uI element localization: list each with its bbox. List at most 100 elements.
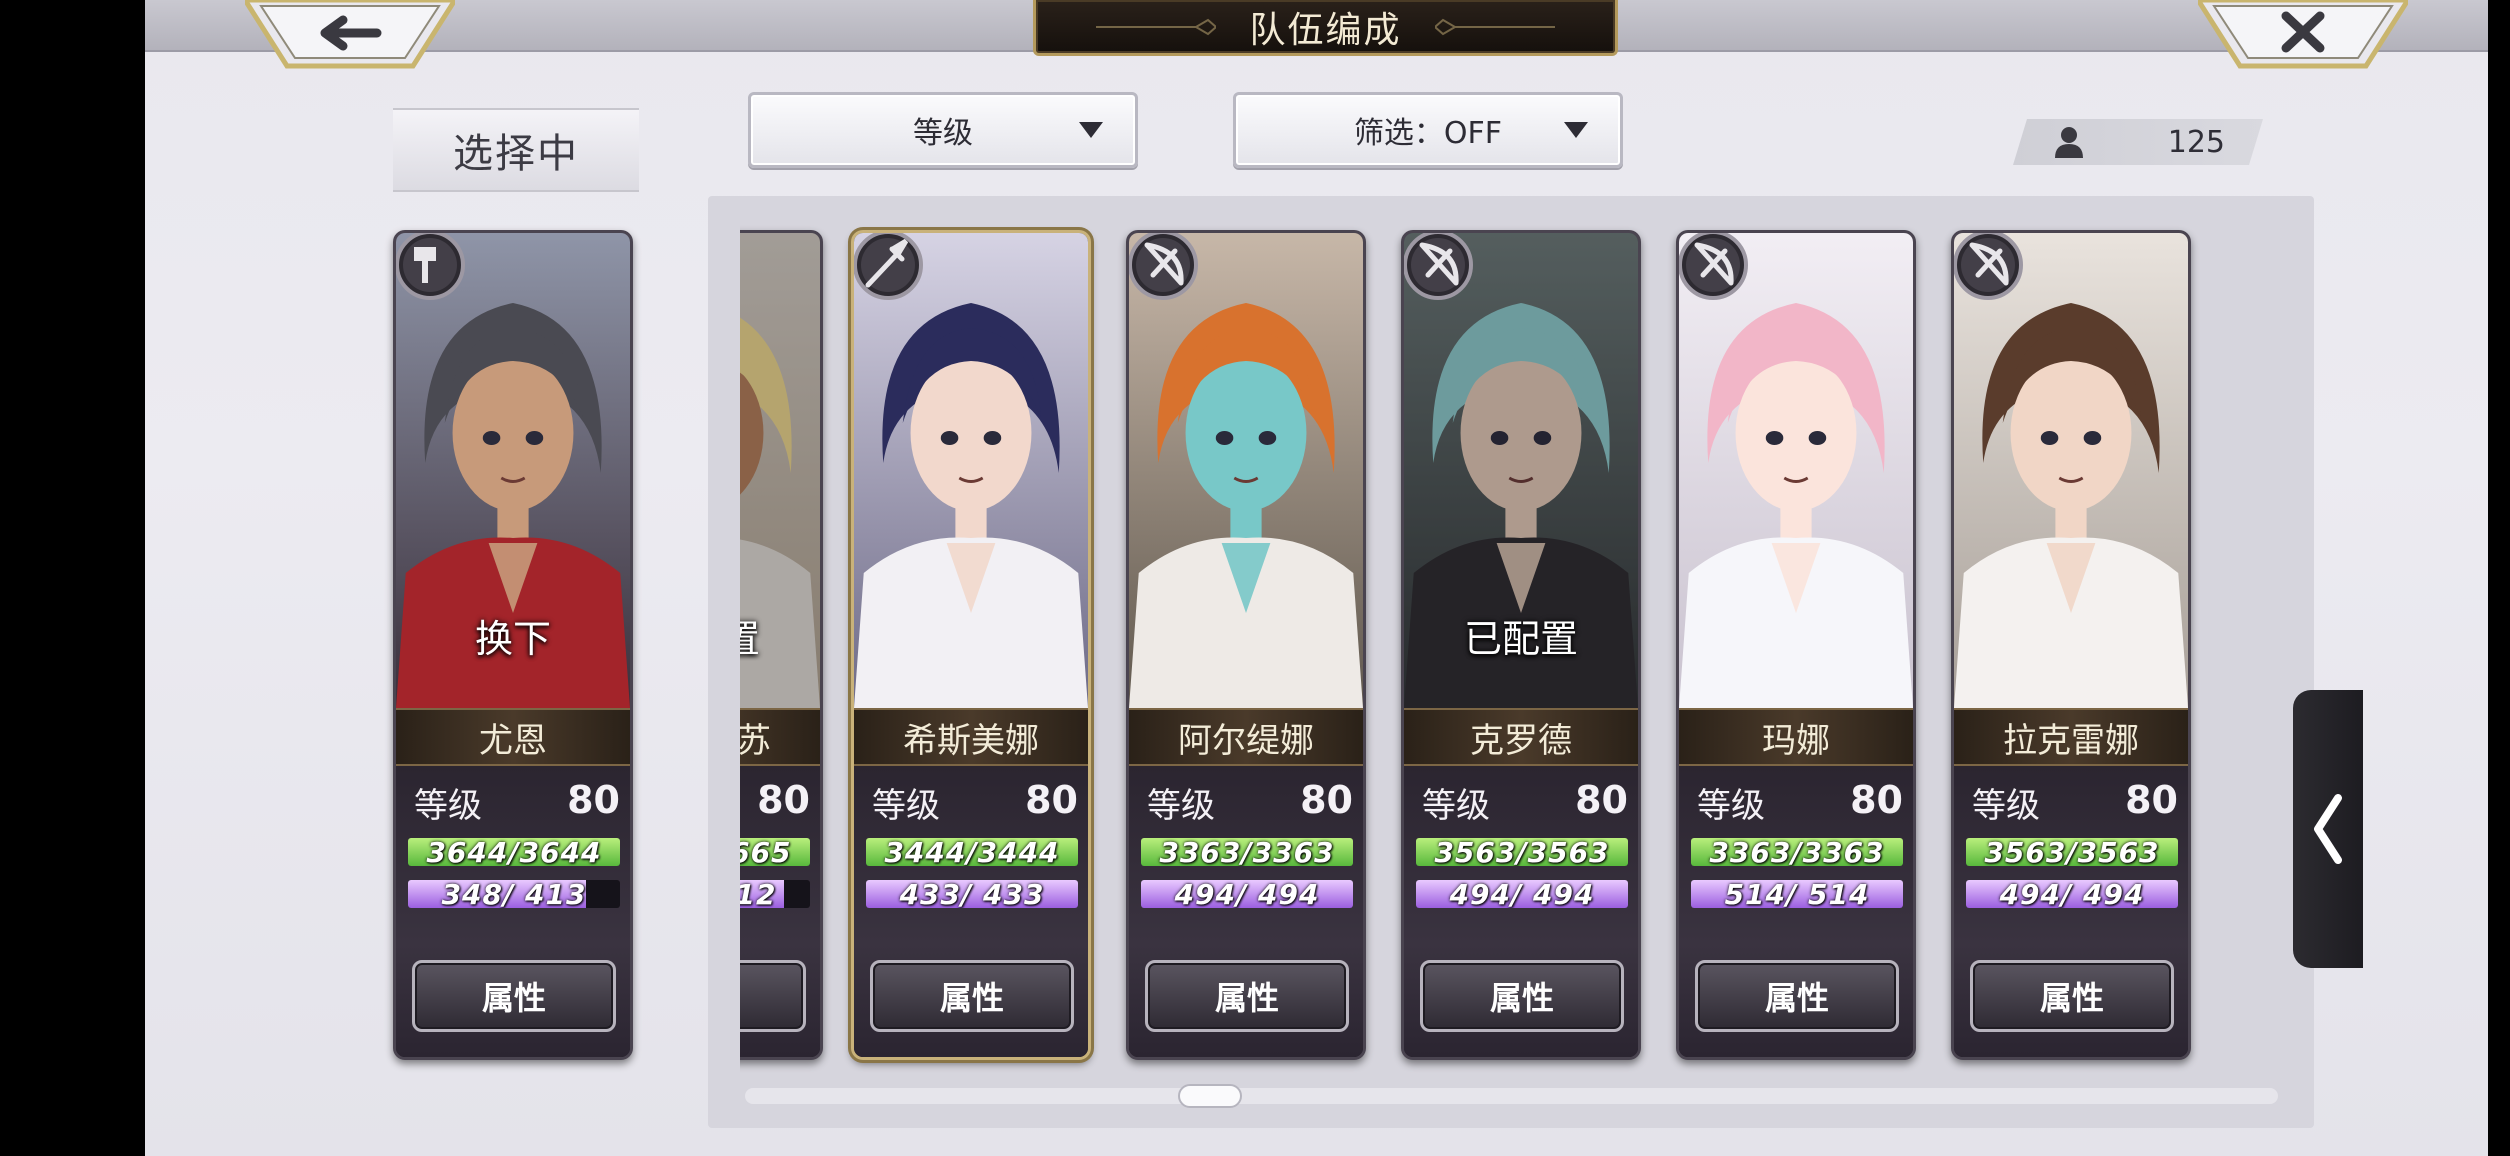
character-name: 拉克雷娜 <box>1954 708 2188 766</box>
mp-bar: 348/ 413 <box>408 880 620 908</box>
ornament-icon <box>1096 18 1216 36</box>
character-portrait <box>1129 233 1363 708</box>
attributes-button[interactable]: 属性 <box>740 960 806 1032</box>
level-value: 80 <box>757 778 810 822</box>
bow-icon <box>1129 233 1198 300</box>
character-stats: 等级 80 3363/3363 514/ 514 属性 <box>1679 766 1913 1057</box>
mp-value: 494/ 494 <box>1449 880 1595 908</box>
weapon-type-badge <box>396 233 468 303</box>
card-status: 已配置 <box>740 608 820 663</box>
level-row: 等级 80 <box>414 778 620 827</box>
page-title-plate: 队伍编成 <box>1033 0 1618 56</box>
character-stats: 等级 80 3563/3563 494/ 494 属性 <box>1954 766 2188 1057</box>
mp-value: 494/ 494 <box>1999 880 2145 908</box>
hp-bar: 3665/3665 <box>740 838 810 866</box>
hp-bar: 3363/3363 <box>1141 838 1353 866</box>
filter-dropdown[interactable]: 筛选：OFF <box>1233 92 1623 168</box>
hp-bar: 3363/3363 <box>1691 838 1903 866</box>
level-value: 80 <box>1025 778 1078 822</box>
character-portrait <box>1679 233 1913 708</box>
character-name: 克罗德 <box>1404 708 1638 766</box>
hp-value: 3363/3363 <box>1159 838 1335 866</box>
mp-value: 514/ 514 <box>1724 880 1870 908</box>
roster-character-card[interactable]: 已配置 提拉米苏 等级 80 3665/3665 448/ 512 属性 <box>740 230 823 1060</box>
page-title: 队伍编成 <box>1249 9 1402 51</box>
mp-value: 348/ 413 <box>441 880 587 908</box>
hp-value: 3444/3444 <box>884 838 1060 866</box>
weapon-type-badge <box>1954 233 2026 303</box>
left-letterbox <box>0 0 145 1156</box>
hp-bar: 3444/3444 <box>866 838 1078 866</box>
character-stats: 等级 80 3444/3444 433/ 433 属性 <box>854 766 1088 1057</box>
character-stats: 等级 80 3563/3563 494/ 494 属性 <box>1404 766 1638 1057</box>
character-name: 希斯美娜 <box>854 708 1088 766</box>
sort-dropdown-value: 等级 <box>913 116 973 151</box>
filter-dropdown-value: 筛选：OFF <box>1353 116 1503 151</box>
card-status: 已配置 <box>1463 617 1578 661</box>
bow-icon <box>1679 233 1748 300</box>
right-letterbox <box>2488 0 2510 1156</box>
roster-character-card[interactable]: 拉克雷娜 等级 80 3563/3563 494/ 494 属性 <box>1951 230 2191 1060</box>
level-label: 等级 <box>872 786 940 826</box>
weapon-type-badge <box>1404 233 1476 303</box>
chevron-left-icon <box>2314 794 2342 864</box>
character-name: 阿尔缇娜 <box>1129 708 1363 766</box>
side-menu-tab[interactable] <box>2293 690 2363 968</box>
hp-bar: 3644/3644 <box>408 838 620 866</box>
hp-value: 3644/3644 <box>426 838 602 866</box>
character-stats: 等级 80 3644/3644 348/ 413 属性 <box>396 766 630 1057</box>
hp-value: 3665/3665 <box>740 838 792 866</box>
level-value: 80 <box>1850 778 1903 822</box>
character-stats: 等级 80 3665/3665 448/ 512 属性 <box>740 766 820 1057</box>
back-button[interactable] <box>245 0 455 70</box>
screen: 队伍编成 选择中 等级 筛选：OFF 125 换下 尤恩 等级 80 3644/… <box>145 0 2488 1156</box>
level-value: 80 <box>1575 778 1628 822</box>
level-row: 等级 80 <box>1422 778 1628 827</box>
attributes-button[interactable]: 属性 <box>1970 960 2174 1032</box>
mp-value: 433/ 433 <box>899 880 1045 908</box>
roster-character-card[interactable]: 已配置 克罗德 等级 80 3563/3563 494/ 494 属性 <box>1401 230 1641 1060</box>
level-label: 等级 <box>1147 786 1215 826</box>
roster-scrollbar[interactable] <box>745 1088 2278 1104</box>
mp-bar: 494/ 494 <box>1416 880 1628 908</box>
roster-list: 已配置 提拉米苏 等级 80 3665/3665 448/ 512 属性 <box>740 200 2282 1080</box>
mp-bar: 494/ 494 <box>1966 880 2178 908</box>
attributes-button[interactable]: 属性 <box>1420 960 1624 1032</box>
weapon-type-badge <box>1679 233 1751 303</box>
level-value: 80 <box>2125 778 2178 822</box>
mp-bar: 494/ 494 <box>1141 880 1353 908</box>
attributes-button[interactable]: 属性 <box>1145 960 1349 1032</box>
level-value: 80 <box>567 778 620 822</box>
roster-character-card[interactable]: 希斯美娜 等级 80 3444/3444 433/ 433 属性 <box>851 230 1091 1060</box>
roster-scroll-thumb[interactable] <box>1178 1084 1242 1108</box>
selected-character-card[interactable]: 换下 尤恩 等级 80 3644/3644 348/ 413 属性 <box>393 230 633 1060</box>
character-portrait-frame <box>854 233 1088 708</box>
close-button[interactable] <box>2198 0 2408 70</box>
roster-character-card[interactable]: 玛娜 等级 80 3363/3363 514/ 514 属性 <box>1676 230 1916 1060</box>
weapon-type-badge <box>1129 233 1201 303</box>
attributes-button[interactable]: 属性 <box>412 960 616 1032</box>
hammer-icon <box>396 233 465 300</box>
chevron-down-icon <box>1564 122 1588 138</box>
bow-icon <box>1954 233 2023 300</box>
character-stats: 等级 80 3363/3363 494/ 494 属性 <box>1129 766 1363 1057</box>
mp-value: 448/ 512 <box>740 880 777 908</box>
spear-icon <box>854 233 923 300</box>
level-label: 等级 <box>414 786 482 826</box>
attributes-button[interactable]: 属性 <box>1695 960 1899 1032</box>
character-name: 尤恩 <box>396 708 630 766</box>
close-x-icon <box>2198 0 2408 69</box>
mp-bar: 514/ 514 <box>1691 880 1903 908</box>
level-label: 等级 <box>1697 786 1765 826</box>
sort-dropdown[interactable]: 等级 <box>748 92 1138 168</box>
character-portrait-frame <box>1954 233 2188 708</box>
mp-bar: 448/ 512 <box>740 880 810 908</box>
attributes-button[interactable]: 属性 <box>870 960 1074 1032</box>
character-portrait-frame <box>1129 233 1363 708</box>
hp-value: 3363/3363 <box>1709 838 1885 866</box>
level-row: 等级 80 <box>872 778 1078 827</box>
selecting-label: 选择中 <box>393 108 639 192</box>
character-name: 玛娜 <box>1679 708 1913 766</box>
ornament-icon <box>1435 18 1555 36</box>
roster-character-card[interactable]: 阿尔缇娜 等级 80 3363/3363 494/ 494 属性 <box>1126 230 1366 1060</box>
